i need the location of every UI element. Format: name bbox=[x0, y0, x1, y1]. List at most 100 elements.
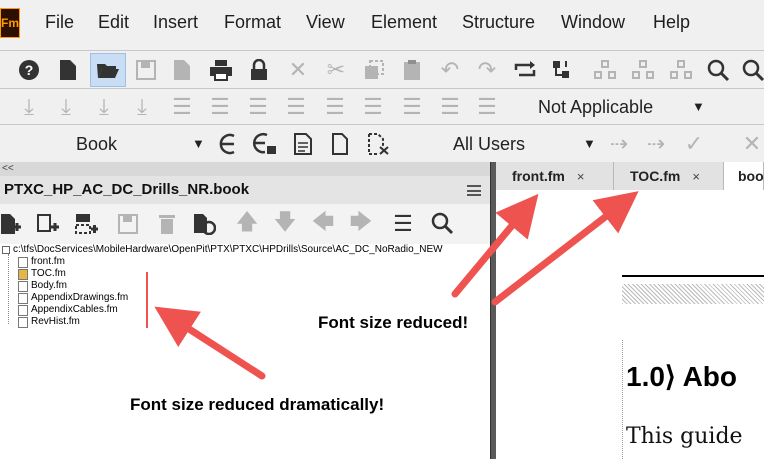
list-item[interactable]: TOC.fm bbox=[18, 268, 66, 280]
document-icon bbox=[18, 304, 28, 316]
menu-window[interactable]: Window bbox=[561, 12, 625, 33]
list-view-icon[interactable]: ☰ bbox=[388, 209, 418, 239]
blank-page-icon[interactable] bbox=[325, 129, 355, 159]
document-body-text[interactable]: This guide bbox=[626, 424, 743, 449]
spacing-custom-icon[interactable]: ☰ bbox=[397, 92, 427, 122]
add-file-icon[interactable] bbox=[0, 209, 26, 239]
paragraph-toolbar: ⤓ ⤓ ⤓ ⤓ ☰ ☰ ☰ ☰ ☰ ☰ ☰ ☰ ☰ Not Applicable… bbox=[0, 88, 764, 125]
menu-file[interactable]: File bbox=[45, 12, 74, 33]
header-rule bbox=[622, 275, 764, 277]
list-item[interactable]: Body.fm bbox=[18, 280, 67, 292]
catalog-select[interactable]: Book bbox=[76, 134, 117, 155]
list-item[interactable]: AppendixCables.fm bbox=[18, 304, 118, 316]
annotation-right: Font size reduced! bbox=[318, 313, 469, 332]
annotation-left: Font size reduced dramatically! bbox=[130, 395, 385, 414]
wrap-element-icon[interactable] bbox=[666, 55, 696, 85]
accept-change-icon[interactable]: ⇢ bbox=[604, 129, 634, 159]
undo-icon[interactable]: ↶ bbox=[435, 55, 465, 85]
copy-icon[interactable] bbox=[359, 55, 389, 85]
book-tab[interactable]: PTXC_HP_AC_DC_Drills_NR.book bbox=[0, 176, 490, 205]
document-icon bbox=[18, 256, 28, 268]
add-component-icon[interactable] bbox=[72, 209, 102, 239]
print-icon[interactable] bbox=[206, 55, 236, 85]
chevron-down-icon[interactable]: ▼ bbox=[192, 136, 205, 151]
panel-collapse-strip[interactable]: << bbox=[0, 162, 490, 176]
panel-menu-icon[interactable] bbox=[467, 185, 481, 196]
structure-icon[interactable] bbox=[549, 55, 579, 85]
save-as-icon[interactable] bbox=[168, 55, 198, 85]
menu-bar: Fm File Edit Insert Format View Element … bbox=[0, 0, 764, 46]
menu-help[interactable]: Help bbox=[653, 12, 690, 33]
paragraph-style-select[interactable]: Not Applicable bbox=[538, 97, 653, 118]
search-icon[interactable] bbox=[738, 55, 764, 85]
menu-insert[interactable]: Insert bbox=[153, 12, 198, 33]
repeat-icon[interactable] bbox=[510, 55, 540, 85]
element-catalog-icon[interactable] bbox=[212, 129, 242, 159]
redo-icon[interactable]: ↷ bbox=[472, 55, 502, 85]
space-above-icon[interactable]: ⤓ bbox=[14, 92, 44, 122]
save-icon[interactable] bbox=[131, 55, 161, 85]
align-right-icon[interactable]: ☰ bbox=[243, 92, 273, 122]
line-spacing-icon[interactable]: ⤓ bbox=[127, 92, 157, 122]
accept-all-icon[interactable]: ✓ bbox=[679, 129, 709, 159]
chevron-down-icon[interactable]: ▼ bbox=[583, 136, 596, 151]
book-search-icon[interactable] bbox=[427, 209, 457, 239]
open-folder-icon[interactable] bbox=[90, 53, 126, 87]
close-icon[interactable]: × bbox=[577, 169, 585, 184]
document-icon bbox=[18, 316, 28, 328]
space-below-icon[interactable]: ⤓ bbox=[51, 92, 81, 122]
spacing-loose-icon[interactable]: ☰ bbox=[435, 92, 465, 122]
document-icon bbox=[18, 268, 28, 280]
insert-file-icon[interactable] bbox=[34, 209, 64, 239]
move-down-icon[interactable]: 🡇 bbox=[270, 209, 300, 239]
align-center-icon[interactable]: ☰ bbox=[205, 92, 235, 122]
remove-condition-icon[interactable] bbox=[363, 129, 393, 159]
spacing-double-icon[interactable]: ☰ bbox=[358, 92, 388, 122]
space-both-icon[interactable]: ⤓ bbox=[89, 92, 119, 122]
insert-element-icon[interactable] bbox=[590, 55, 620, 85]
chevron-down-icon[interactable]: ▼ bbox=[692, 99, 705, 114]
update-book-icon[interactable] bbox=[189, 209, 219, 239]
move-up-icon[interactable]: 🡅 bbox=[232, 209, 262, 239]
list-item[interactable]: RevHist.fm bbox=[18, 316, 80, 328]
element-lock-icon[interactable] bbox=[250, 129, 280, 159]
menu-edit[interactable]: Edit bbox=[98, 12, 129, 33]
reject-change-icon[interactable]: ⇢ bbox=[641, 129, 671, 159]
move-right-icon[interactable]: 🡆 bbox=[346, 209, 376, 239]
move-left-icon[interactable]: 🡄 bbox=[308, 209, 338, 239]
list-item[interactable]: AppendixDrawings.fm bbox=[18, 292, 128, 304]
tab-front[interactable]: front.fm × bbox=[496, 162, 614, 190]
conditional-text-icon[interactable] bbox=[288, 129, 318, 159]
document-icon bbox=[18, 280, 28, 292]
tree-connector bbox=[8, 254, 10, 324]
document-icon bbox=[18, 292, 28, 304]
menu-structure[interactable]: Structure bbox=[462, 12, 535, 33]
lock-icon[interactable] bbox=[244, 55, 274, 85]
cut-icon[interactable]: ✂ bbox=[321, 55, 351, 85]
tree-root[interactable]: c:\tfs\DocServices\MobileHardware\OpenPi… bbox=[2, 244, 443, 256]
spacing-single-icon[interactable]: ☰ bbox=[320, 92, 350, 122]
new-document-icon[interactable] bbox=[53, 55, 83, 85]
tab-book[interactable]: boo bbox=[724, 162, 764, 190]
document-heading[interactable]: 1.0⟩ Abo bbox=[626, 360, 737, 393]
indent-icon[interactable]: ☰ bbox=[472, 92, 502, 122]
align-left-icon[interactable]: ☰ bbox=[167, 92, 197, 122]
paste-icon[interactable] bbox=[397, 55, 427, 85]
tab-toc[interactable]: TOC.fm × bbox=[614, 162, 724, 190]
collapse-box-icon[interactable] bbox=[2, 246, 10, 254]
user-view-select[interactable]: All Users bbox=[453, 134, 525, 155]
find-element-icon[interactable] bbox=[703, 55, 733, 85]
menu-format[interactable]: Format bbox=[224, 12, 281, 33]
menu-view[interactable]: View bbox=[306, 12, 345, 33]
svg-text:?: ? bbox=[25, 62, 34, 78]
reject-all-icon[interactable]: ✕ bbox=[737, 129, 764, 159]
list-item[interactable]: front.fm bbox=[18, 256, 65, 268]
delete-icon[interactable]: ✕ bbox=[283, 55, 313, 85]
close-icon[interactable]: × bbox=[692, 169, 700, 184]
justify-icon[interactable]: ☰ bbox=[281, 92, 311, 122]
trash-icon[interactable] bbox=[152, 209, 182, 239]
menu-element[interactable]: Element bbox=[371, 12, 437, 33]
help-icon[interactable]: ? bbox=[14, 55, 44, 85]
save-book-icon[interactable] bbox=[113, 209, 143, 239]
change-element-icon[interactable] bbox=[628, 55, 658, 85]
